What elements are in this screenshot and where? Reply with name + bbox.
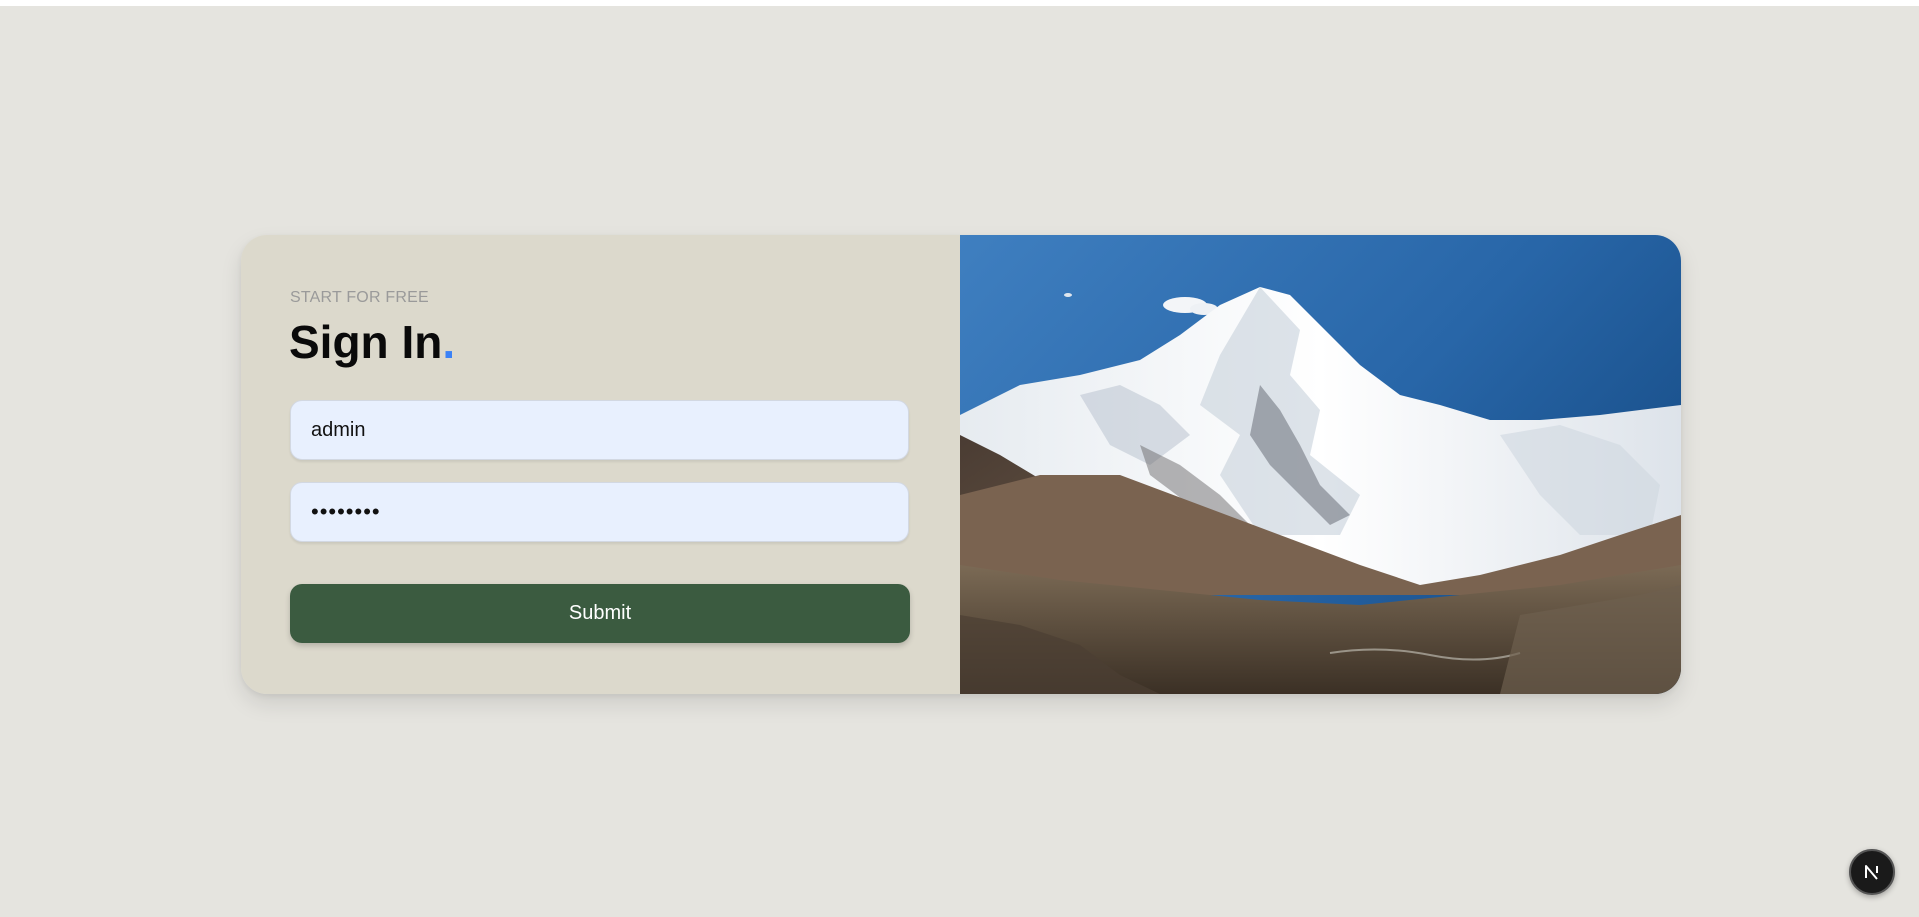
top-strip bbox=[0, 0, 1919, 6]
username-field[interactable] bbox=[290, 400, 909, 460]
eyebrow-text: START FOR FREE bbox=[290, 289, 429, 306]
password-field[interactable] bbox=[290, 482, 909, 542]
submit-button[interactable]: Submit bbox=[290, 584, 910, 643]
next-logo-icon bbox=[1865, 865, 1878, 880]
page-title-text: Sign In bbox=[289, 316, 443, 368]
sign-in-card: START FOR FREE Sign In. Submit bbox=[241, 235, 1681, 694]
title-accent-dot: . bbox=[442, 316, 456, 368]
sign-in-form-panel: START FOR FREE Sign In. Submit bbox=[241, 235, 960, 694]
mountain-image bbox=[960, 235, 1681, 694]
page-title: Sign In. bbox=[289, 317, 455, 368]
dev-tools-badge[interactable] bbox=[1849, 849, 1895, 895]
